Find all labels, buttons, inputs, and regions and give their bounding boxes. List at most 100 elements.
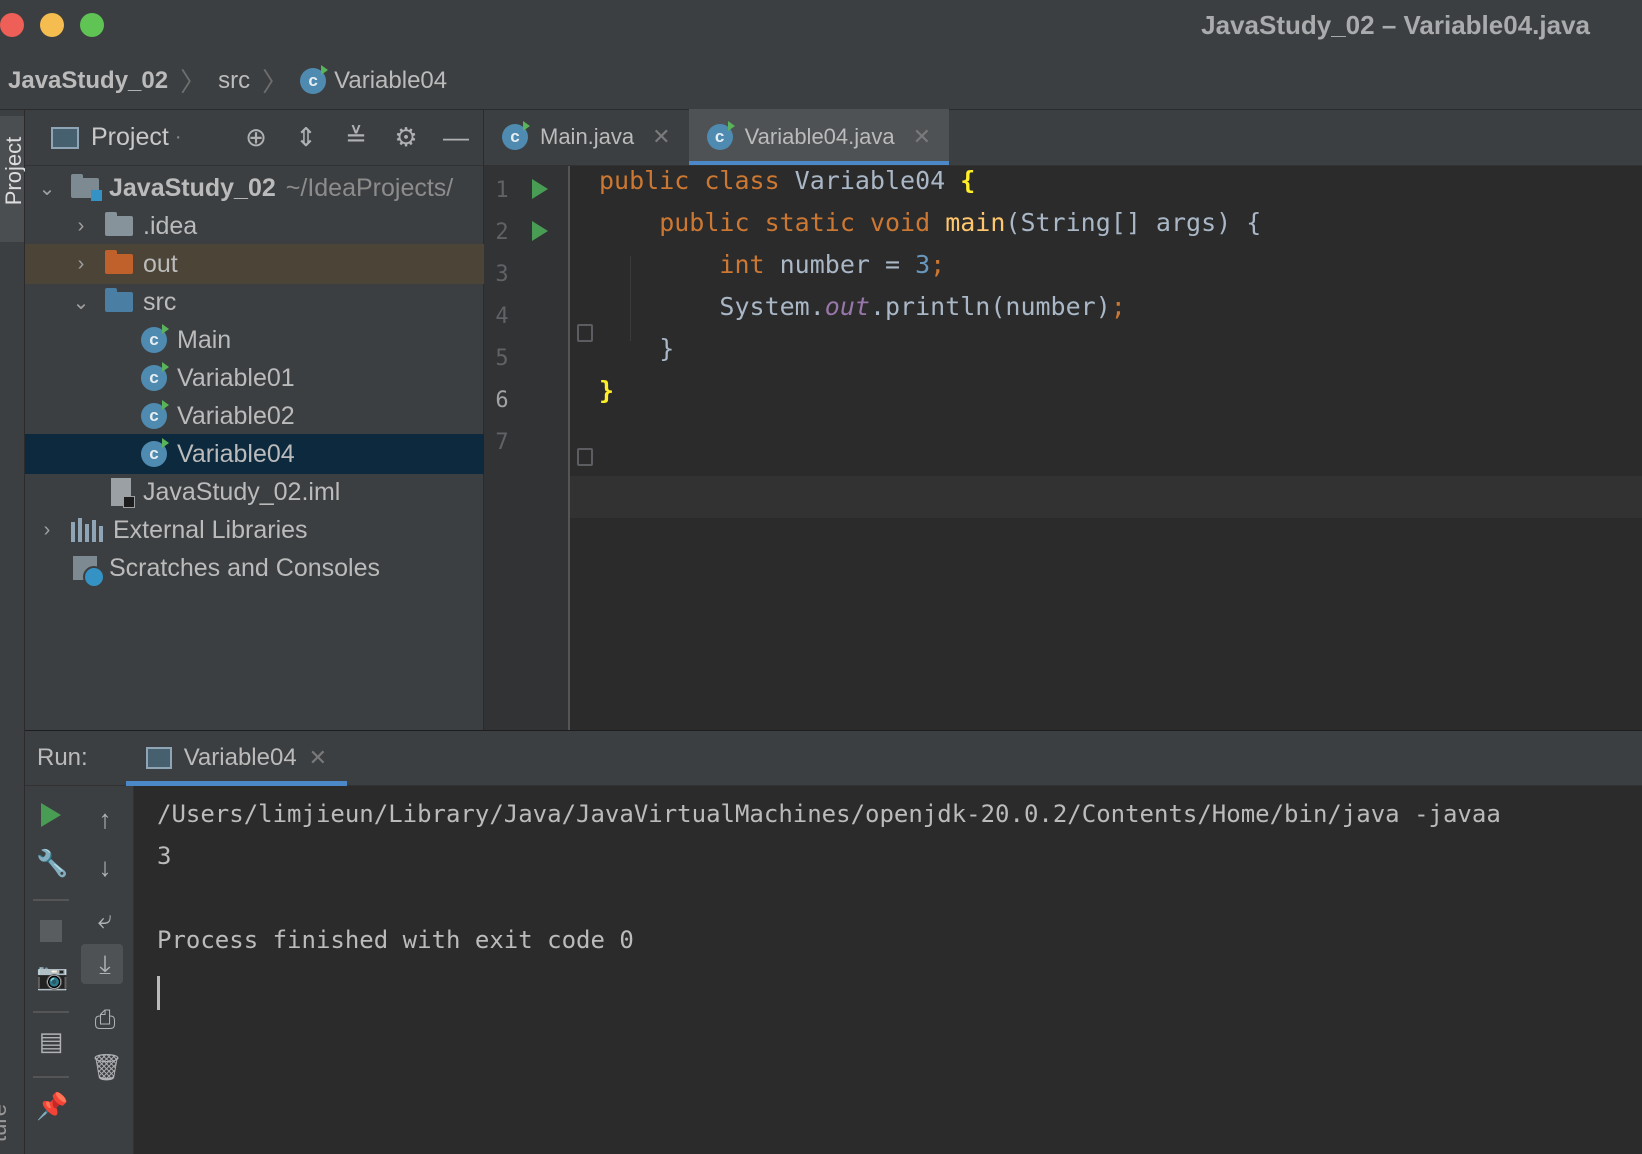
toolbar-divider [33, 899, 69, 901]
dropdown-icon[interactable]: · [175, 126, 182, 149]
fold-end-icon[interactable] [577, 448, 593, 466]
close-window-button[interactable] [0, 13, 24, 37]
chevron-right-icon: 〉 [180, 67, 207, 97]
code-editor: c Main.java ✕ c Variable04.java ✕ 1 2 3 … [484, 109, 1642, 730]
print-icon[interactable]: ⎙ [90, 1004, 120, 1034]
tab-label: Variable04.java [744, 124, 895, 149]
java-class-icon: c [141, 400, 169, 429]
java-class-icon: c [141, 362, 169, 391]
run-main-icon[interactable] [532, 221, 548, 241]
tree-item-external-libraries[interactable]: › External Libraries [25, 510, 484, 550]
module-file-icon [111, 478, 135, 508]
code-token: { [960, 166, 976, 195]
tree-item-label: .idea [143, 211, 198, 240]
tree-item-path: ~/IdeaProjects/ [285, 173, 454, 202]
line-number: 5 [495, 346, 509, 371]
code-line-1[interactable]: public class Variable04 { [599, 166, 975, 195]
run-toolbar-secondary: ↑ ↓ ⤶ ⤓ ⎙ 🗑 [77, 786, 134, 1154]
code-line-6[interactable]: } [599, 376, 614, 405]
locate-icon[interactable]: ⊕ [241, 122, 271, 152]
line-number: 3 [495, 262, 509, 287]
pin-icon[interactable]: 📌 [36, 1091, 68, 1121]
text-cursor [157, 976, 160, 1010]
tree-item-label: JavaStudy_02 [109, 173, 276, 202]
project-tool-tab-label: Project [1, 136, 26, 206]
library-icon [71, 518, 103, 542]
project-window-icon [51, 126, 79, 149]
collapse-all-icon[interactable]: ≚ [341, 122, 371, 152]
code-token: 3 [915, 250, 931, 279]
tree-item-main[interactable]: c Main [25, 320, 484, 360]
tree-item-iml[interactable]: JavaStudy_02.iml [25, 472, 484, 512]
breadcrumb-folder[interactable]: src [218, 67, 250, 95]
console-line: /Users/limjieun/Library/Java/JavaVirtual… [157, 800, 1501, 828]
breadcrumb-file[interactable]: Variable04 [334, 67, 447, 95]
title-bar: JavaStudy_02 – Variable04.java [0, 0, 1642, 52]
run-class-icon[interactable] [532, 179, 548, 199]
project-tool-tab[interactable]: Project [0, 116, 26, 242]
line-number: 6 [495, 388, 509, 413]
close-icon[interactable]: ✕ [652, 124, 670, 150]
tree-item-variable04[interactable]: c Variable04 [25, 434, 484, 474]
structure-tool-tab[interactable]: ture [0, 1104, 12, 1142]
soft-wrap-icon[interactable]: ⤶ [90, 904, 120, 934]
tree-item-src[interactable]: ⌄ src [25, 282, 484, 322]
code-token: int [599, 250, 780, 279]
code-token: number = [779, 250, 916, 279]
tree-item-idea[interactable]: › .idea [25, 206, 484, 246]
camera-icon[interactable]: 📷 [36, 961, 68, 991]
code-token: public class [599, 166, 795, 195]
hide-icon[interactable]: — [441, 122, 471, 152]
run-tab-variable04[interactable]: Variable04 ✕ [125, 731, 348, 786]
java-class-icon: c [300, 64, 329, 94]
code-token: ; [930, 250, 946, 279]
console-output[interactable]: /Users/limjieun/Library/Java/JavaVirtual… [157, 786, 1501, 1010]
tab-main-java[interactable]: c Main.java ✕ [484, 109, 689, 165]
fold-start-icon[interactable] [577, 324, 593, 342]
tab-variable04-java[interactable]: c Variable04.java ✕ [688, 109, 950, 165]
arrow-down-icon[interactable]: ↓ [90, 852, 120, 882]
project-panel-title[interactable]: Project [91, 123, 169, 152]
tree-item-variable02[interactable]: c Variable02 [25, 396, 484, 436]
minimize-window-button[interactable] [40, 13, 64, 37]
run-toolbar-primary: 🔧 📷 ▤ 📌 [25, 786, 77, 1154]
tree-item-out[interactable]: › out [25, 244, 484, 284]
chevron-right-icon: 〉 [262, 67, 289, 97]
close-icon[interactable]: ✕ [309, 745, 327, 771]
code-line-5[interactable]: } [599, 334, 674, 363]
tree-item-variable01[interactable]: c Variable01 [25, 358, 484, 398]
chevron-right-icon[interactable]: › [37, 519, 57, 542]
console-icon [145, 747, 172, 769]
line-gutter: 1 2 3 4 5 6 7 [484, 166, 568, 730]
stop-icon[interactable] [40, 920, 70, 950]
tree-item-project-root[interactable]: ⌄ JavaStudy_02 ~/IdeaProjects/ [25, 168, 484, 208]
gear-icon[interactable]: ⚙ [391, 122, 421, 152]
code-line-3[interactable]: int number = 3; [599, 250, 945, 279]
layout-icon[interactable]: ▤ [36, 1026, 66, 1056]
console-line: 3 [157, 842, 172, 870]
code-line-2[interactable]: public static void main(String[] args) { [599, 208, 1261, 237]
chevron-right-icon[interactable]: › [71, 215, 91, 238]
chevron-right-icon[interactable]: › [71, 253, 91, 276]
chevron-down-icon[interactable]: ⌄ [37, 176, 57, 201]
tree-item-label: out [143, 249, 178, 278]
run-tab-label: Variable04 [183, 744, 297, 771]
code-token: System. [599, 292, 825, 321]
maximize-window-button[interactable] [80, 13, 104, 37]
close-icon[interactable]: ✕ [913, 124, 931, 150]
tree-item-scratches[interactable]: Scratches and Consoles [25, 548, 484, 588]
chevron-down-icon[interactable]: ⌄ [71, 290, 91, 315]
wrench-icon[interactable]: 🔧 [36, 848, 68, 878]
rerun-icon[interactable] [41, 803, 71, 833]
editor-tabs: c Main.java ✕ c Variable04.java ✕ [484, 109, 1642, 166]
folder-icon [105, 212, 133, 236]
tree-item-label: Main [177, 325, 232, 354]
breadcrumb-project[interactable]: JavaStudy_02 [8, 67, 168, 95]
console-line: Process finished with exit code 0 [157, 926, 634, 954]
expand-all-icon[interactable]: ⇕ [291, 122, 321, 152]
trash-icon[interactable]: 🗑 [90, 1052, 123, 1082]
scroll-to-end-icon[interactable]: ⤓ [90, 949, 120, 979]
code-line-4[interactable]: System.out.println(number); [599, 292, 1125, 321]
tree-item-label: External Libraries [113, 515, 308, 544]
arrow-up-icon[interactable]: ↑ [90, 804, 120, 834]
